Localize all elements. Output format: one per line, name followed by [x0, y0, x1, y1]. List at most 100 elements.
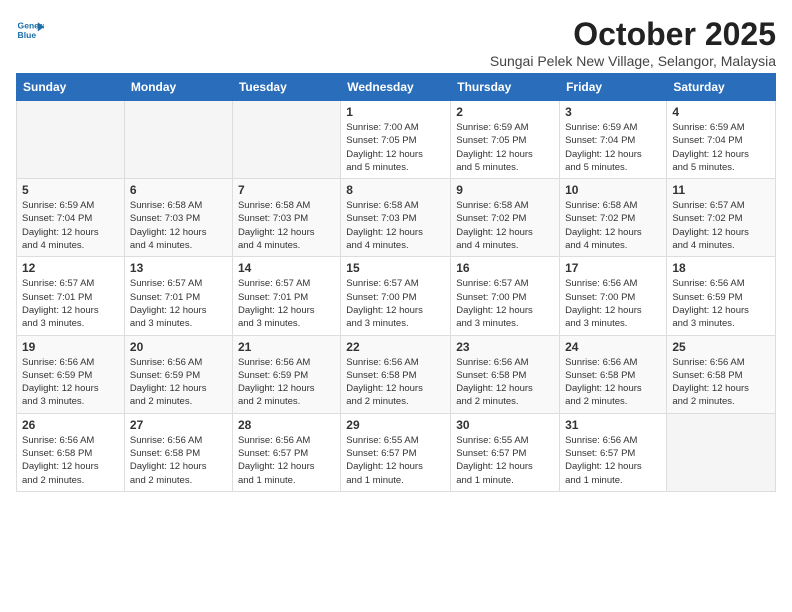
calendar-header-saturday: Saturday — [667, 74, 776, 101]
day-info: Sunrise: 6:59 AM Sunset: 7:04 PM Dayligh… — [565, 121, 661, 174]
calendar-cell: 13 Sunrise: 6:57 AM Sunset: 7:01 PM Dayli… — [124, 257, 232, 335]
day-number: 24 — [565, 340, 661, 354]
day-info: Sunrise: 6:56 AM Sunset: 6:59 PM Dayligh… — [22, 356, 119, 409]
day-info: Sunrise: 6:56 AM Sunset: 6:57 PM Dayligh… — [565, 434, 661, 487]
calendar-header-thursday: Thursday — [451, 74, 560, 101]
day-info: Sunrise: 6:59 AM Sunset: 7:04 PM Dayligh… — [22, 199, 119, 252]
calendar-cell: 2 Sunrise: 6:59 AM Sunset: 7:05 PM Daylig… — [451, 101, 560, 179]
day-info: Sunrise: 6:56 AM Sunset: 6:59 PM Dayligh… — [672, 277, 770, 330]
title-block: October 2025 Sungai Pelek New Village, S… — [490, 16, 776, 69]
calendar-cell: 21 Sunrise: 6:56 AM Sunset: 6:59 PM Dayli… — [232, 335, 340, 413]
day-number: 23 — [456, 340, 554, 354]
day-info: Sunrise: 6:57 AM Sunset: 7:02 PM Dayligh… — [672, 199, 770, 252]
calendar-week-row: 5 Sunrise: 6:59 AM Sunset: 7:04 PM Daylig… — [17, 179, 776, 257]
calendar-cell: 10 Sunrise: 6:58 AM Sunset: 7:02 PM Dayli… — [560, 179, 667, 257]
calendar-cell: 8 Sunrise: 6:58 AM Sunset: 7:03 PM Daylig… — [341, 179, 451, 257]
logo: General Blue — [16, 16, 44, 44]
day-number: 30 — [456, 418, 554, 432]
day-info: Sunrise: 6:55 AM Sunset: 6:57 PM Dayligh… — [346, 434, 445, 487]
calendar-cell: 20 Sunrise: 6:56 AM Sunset: 6:59 PM Dayli… — [124, 335, 232, 413]
day-info: Sunrise: 6:57 AM Sunset: 7:00 PM Dayligh… — [346, 277, 445, 330]
day-number: 12 — [22, 261, 119, 275]
calendar-header-wednesday: Wednesday — [341, 74, 451, 101]
day-info: Sunrise: 6:57 AM Sunset: 7:01 PM Dayligh… — [22, 277, 119, 330]
day-number: 9 — [456, 183, 554, 197]
day-number: 2 — [456, 105, 554, 119]
day-number: 10 — [565, 183, 661, 197]
day-info: Sunrise: 6:56 AM Sunset: 6:58 PM Dayligh… — [130, 434, 227, 487]
calendar-header-sunday: Sunday — [17, 74, 125, 101]
day-number: 11 — [672, 183, 770, 197]
logo-icon: General Blue — [16, 16, 44, 44]
day-number: 18 — [672, 261, 770, 275]
day-number: 6 — [130, 183, 227, 197]
calendar-week-row: 1 Sunrise: 7:00 AM Sunset: 7:05 PM Daylig… — [17, 101, 776, 179]
day-info: Sunrise: 6:56 AM Sunset: 6:58 PM Dayligh… — [565, 356, 661, 409]
calendar-cell: 27 Sunrise: 6:56 AM Sunset: 6:58 PM Dayli… — [124, 413, 232, 491]
day-info: Sunrise: 6:56 AM Sunset: 6:58 PM Dayligh… — [22, 434, 119, 487]
day-info: Sunrise: 6:59 AM Sunset: 7:05 PM Dayligh… — [456, 121, 554, 174]
day-info: Sunrise: 6:56 AM Sunset: 6:58 PM Dayligh… — [456, 356, 554, 409]
calendar-cell: 3Sunrise: 6:59 AM Sunset: 7:04 PM Daylig… — [560, 101, 667, 179]
calendar-cell: 31 Sunrise: 6:56 AM Sunset: 6:57 PM Dayli… — [560, 413, 667, 491]
day-number: 17 — [565, 261, 661, 275]
calendar-cell: 26 Sunrise: 6:56 AM Sunset: 6:58 PM Dayli… — [17, 413, 125, 491]
location-subtitle: Sungai Pelek New Village, Selangor, Mala… — [490, 53, 776, 69]
calendar-week-row: 19Sunrise: 6:56 AM Sunset: 6:59 PM Dayli… — [17, 335, 776, 413]
calendar-cell: 30Sunrise: 6:55 AM Sunset: 6:57 PM Dayli… — [451, 413, 560, 491]
day-number: 20 — [130, 340, 227, 354]
day-info: Sunrise: 7:00 AM Sunset: 7:05 PM Dayligh… — [346, 121, 445, 174]
calendar-cell — [17, 101, 125, 179]
calendar-cell: 15 Sunrise: 6:57 AM Sunset: 7:00 PM Dayli… — [341, 257, 451, 335]
calendar-cell: 25 Sunrise: 6:56 AM Sunset: 6:58 PM Dayli… — [667, 335, 776, 413]
day-info: Sunrise: 6:58 AM Sunset: 7:02 PM Dayligh… — [456, 199, 554, 252]
calendar-cell: 28 Sunrise: 6:56 AM Sunset: 6:57 PM Dayli… — [232, 413, 340, 491]
svg-text:Blue: Blue — [18, 30, 37, 40]
day-number: 27 — [130, 418, 227, 432]
day-number: 1 — [346, 105, 445, 119]
day-info: Sunrise: 6:58 AM Sunset: 7:02 PM Dayligh… — [565, 199, 661, 252]
day-info: Sunrise: 6:59 AM Sunset: 7:04 PM Dayligh… — [672, 121, 770, 174]
calendar-cell: 11 Sunrise: 6:57 AM Sunset: 7:02 PM Dayli… — [667, 179, 776, 257]
day-number: 13 — [130, 261, 227, 275]
day-number: 15 — [346, 261, 445, 275]
day-info: Sunrise: 6:56 AM Sunset: 6:57 PM Dayligh… — [238, 434, 335, 487]
calendar-cell: 4Sunrise: 6:59 AM Sunset: 7:04 PM Daylig… — [667, 101, 776, 179]
calendar-cell: 7 Sunrise: 6:58 AM Sunset: 7:03 PM Daylig… — [232, 179, 340, 257]
day-info: Sunrise: 6:58 AM Sunset: 7:03 PM Dayligh… — [238, 199, 335, 252]
calendar-cell: 9 Sunrise: 6:58 AM Sunset: 7:02 PM Daylig… — [451, 179, 560, 257]
calendar-cell: 24 Sunrise: 6:56 AM Sunset: 6:58 PM Dayli… — [560, 335, 667, 413]
calendar-cell: 16 Sunrise: 6:57 AM Sunset: 7:00 PM Dayli… — [451, 257, 560, 335]
day-info: Sunrise: 6:56 AM Sunset: 6:59 PM Dayligh… — [130, 356, 227, 409]
day-number: 21 — [238, 340, 335, 354]
calendar-week-row: 26 Sunrise: 6:56 AM Sunset: 6:58 PM Dayli… — [17, 413, 776, 491]
day-number: 8 — [346, 183, 445, 197]
page-header: General Blue October 2025 Sungai Pelek N… — [16, 16, 776, 69]
day-number: 31 — [565, 418, 661, 432]
day-info: Sunrise: 6:56 AM Sunset: 6:58 PM Dayligh… — [346, 356, 445, 409]
calendar-cell: 12 Sunrise: 6:57 AM Sunset: 7:01 PM Dayli… — [17, 257, 125, 335]
calendar-cell — [232, 101, 340, 179]
calendar-header-tuesday: Tuesday — [232, 74, 340, 101]
day-number: 26 — [22, 418, 119, 432]
day-info: Sunrise: 6:57 AM Sunset: 7:00 PM Dayligh… — [456, 277, 554, 330]
day-number: 7 — [238, 183, 335, 197]
day-number: 25 — [672, 340, 770, 354]
day-info: Sunrise: 6:56 AM Sunset: 6:59 PM Dayligh… — [238, 356, 335, 409]
day-number: 28 — [238, 418, 335, 432]
day-number: 14 — [238, 261, 335, 275]
calendar-header-monday: Monday — [124, 74, 232, 101]
calendar-cell: 19Sunrise: 6:56 AM Sunset: 6:59 PM Dayli… — [17, 335, 125, 413]
calendar-cell: 18 Sunrise: 6:56 AM Sunset: 6:59 PM Dayli… — [667, 257, 776, 335]
calendar-cell: 5 Sunrise: 6:59 AM Sunset: 7:04 PM Daylig… — [17, 179, 125, 257]
day-info: Sunrise: 6:58 AM Sunset: 7:03 PM Dayligh… — [130, 199, 227, 252]
calendar-cell — [667, 413, 776, 491]
day-number: 16 — [456, 261, 554, 275]
day-info: Sunrise: 6:57 AM Sunset: 7:01 PM Dayligh… — [130, 277, 227, 330]
calendar-cell: 14Sunrise: 6:57 AM Sunset: 7:01 PM Dayli… — [232, 257, 340, 335]
calendar-cell: 1 Sunrise: 7:00 AM Sunset: 7:05 PM Daylig… — [341, 101, 451, 179]
day-info: Sunrise: 6:56 AM Sunset: 6:58 PM Dayligh… — [672, 356, 770, 409]
calendar-cell: 6 Sunrise: 6:58 AM Sunset: 7:03 PM Daylig… — [124, 179, 232, 257]
day-info: Sunrise: 6:58 AM Sunset: 7:03 PM Dayligh… — [346, 199, 445, 252]
day-number: 5 — [22, 183, 119, 197]
